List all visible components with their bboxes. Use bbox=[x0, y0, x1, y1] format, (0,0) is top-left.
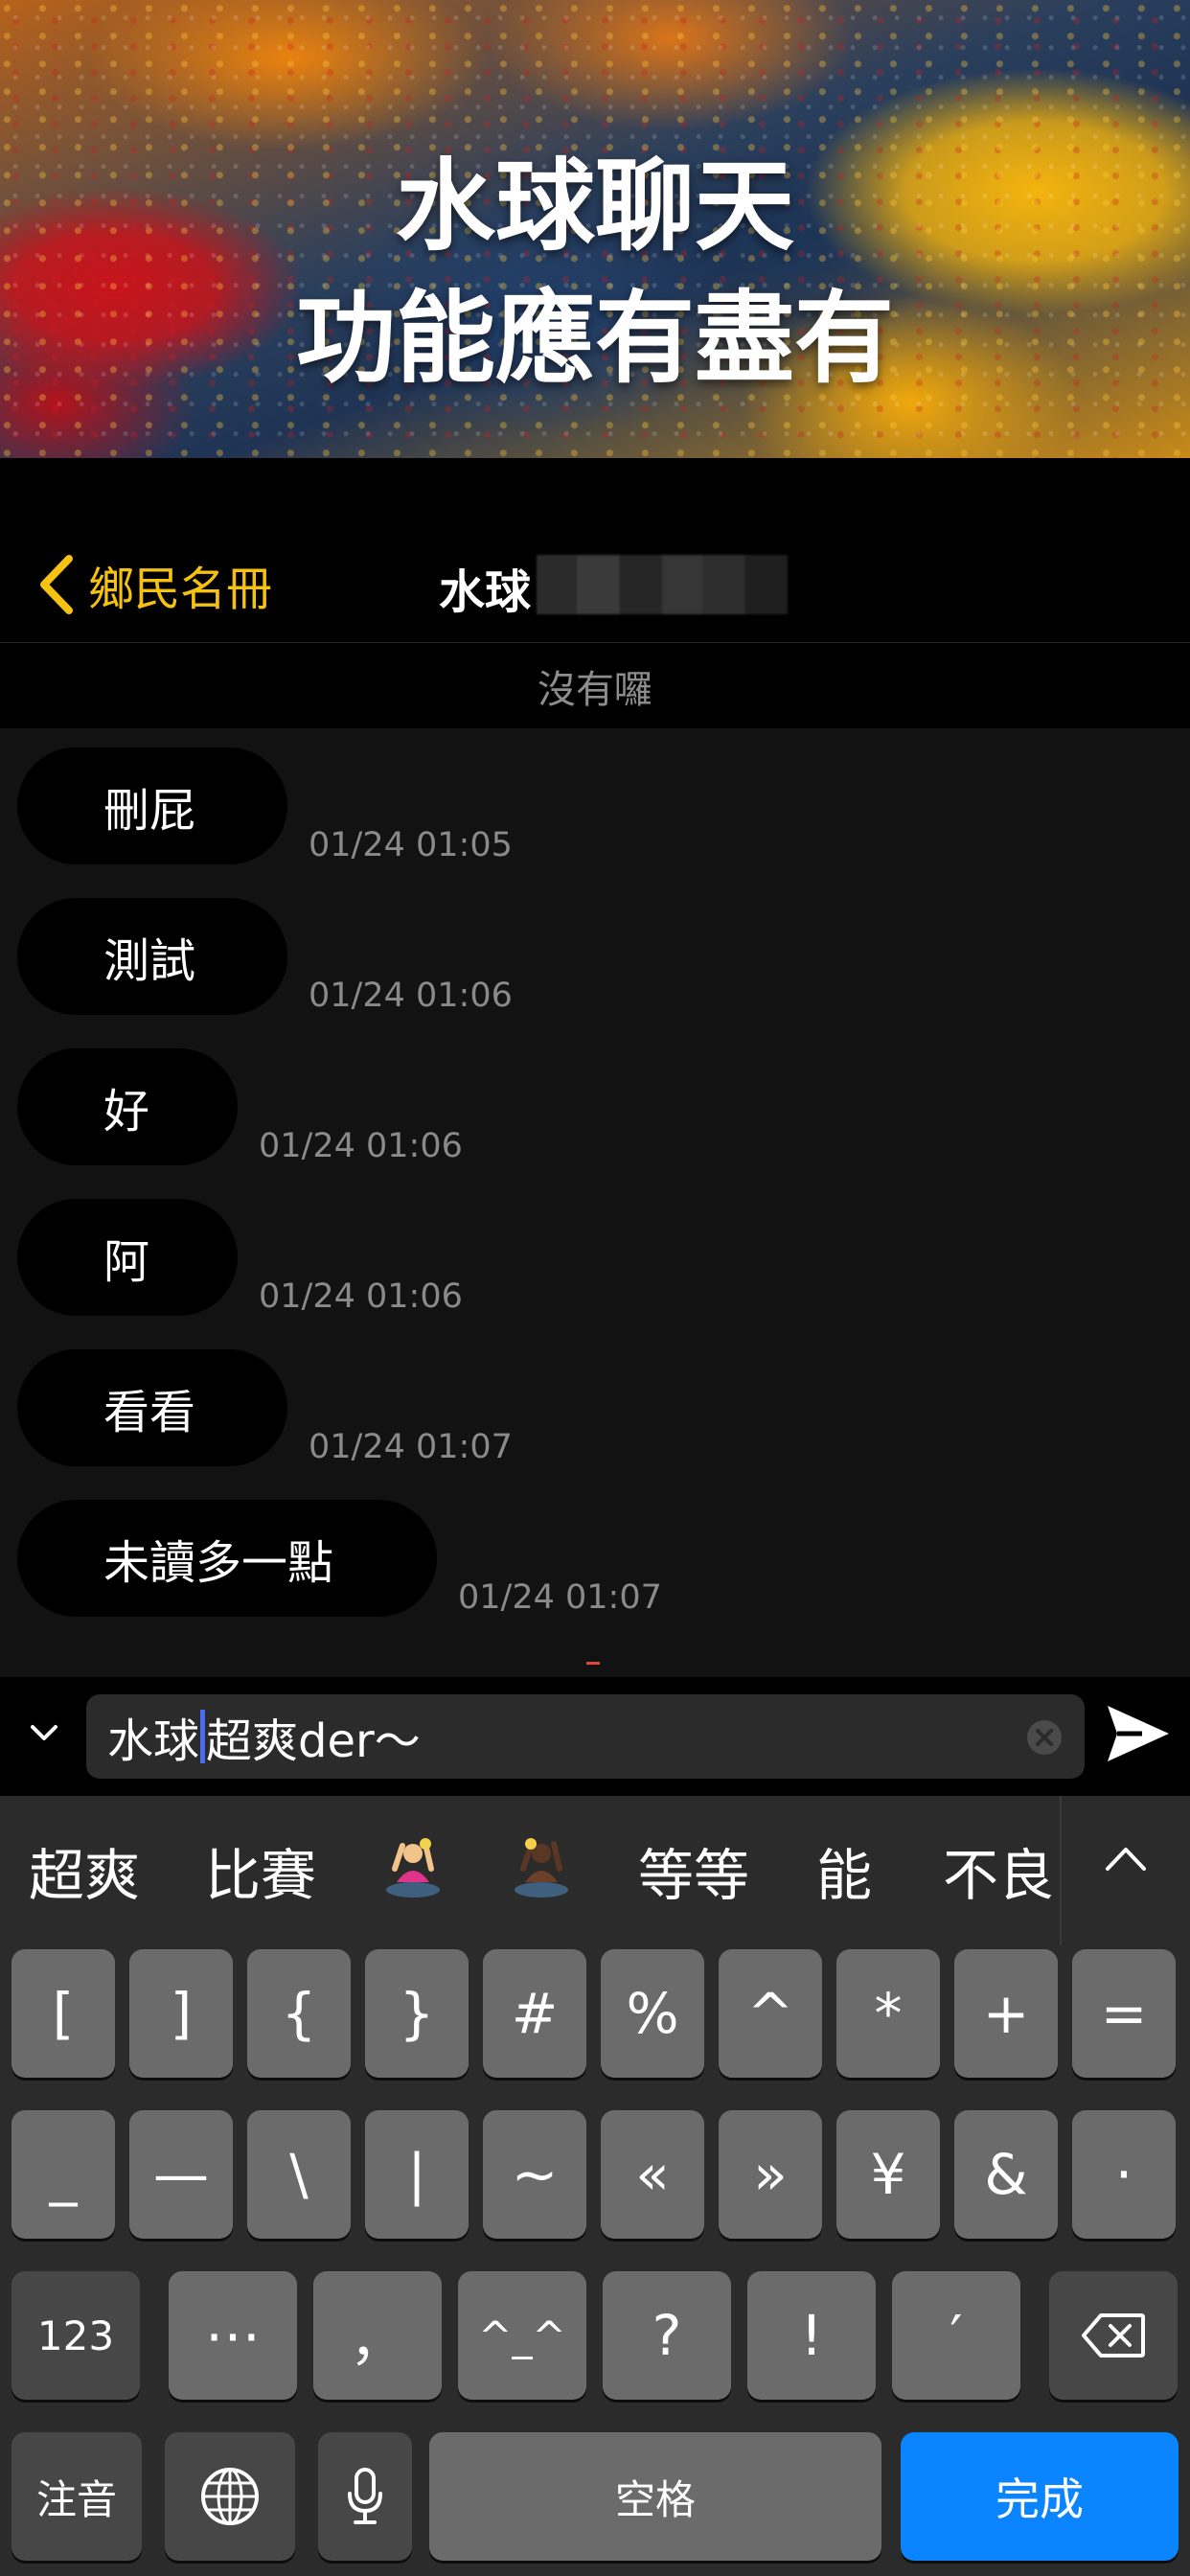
key[interactable]: » bbox=[719, 2110, 822, 2239]
key[interactable]: — bbox=[129, 2110, 233, 2239]
key[interactable]: _ bbox=[11, 2110, 115, 2239]
chat-area[interactable]: 刪屁 01/24 01:05 測試 01/24 01:06 好 01/24 01… bbox=[0, 728, 1190, 1677]
status-text: 沒有囉 bbox=[538, 668, 652, 712]
suggestion-item[interactable]: 比賽 bbox=[205, 1830, 316, 1911]
key[interactable]: [ bbox=[11, 1949, 115, 2078]
key[interactable]: % bbox=[601, 1949, 704, 2078]
back-button[interactable]: 鄉民名冊 bbox=[34, 546, 272, 623]
suggestion-item[interactable]: 超爽 bbox=[29, 1830, 140, 1911]
key[interactable]: « bbox=[601, 2110, 704, 2239]
suggestion-item[interactable]: 不良 bbox=[943, 1830, 1054, 1911]
input-text-after-caret: 超爽der～ bbox=[206, 1714, 421, 1768]
suggestion-bar: 超爽 比賽 等等 能 不良 bbox=[0, 1796, 1190, 1945]
chevron-down-icon[interactable] bbox=[27, 1715, 61, 1750]
globe-key[interactable] bbox=[165, 2432, 295, 2561]
key[interactable]: · bbox=[1072, 2110, 1176, 2239]
key[interactable]: & bbox=[954, 2110, 1058, 2239]
numbers-key[interactable]: 123 bbox=[11, 2271, 140, 2400]
key[interactable]: \ bbox=[247, 2110, 351, 2239]
person-in-water-light-icon[interactable] bbox=[383, 1836, 443, 1899]
status-strip: 沒有囉 bbox=[0, 644, 1190, 728]
space-key[interactable]: 空格 bbox=[429, 2432, 881, 2561]
message-timestamp: 01/24 01:07 bbox=[309, 1428, 513, 1466]
input-bar: 水球 超爽der～ bbox=[0, 1677, 1190, 1796]
key[interactable]: = bbox=[1072, 1949, 1176, 2078]
message-timestamp: 01/24 01:06 bbox=[259, 1127, 463, 1165]
suggestion-item[interactable]: 能 bbox=[816, 1830, 872, 1911]
key[interactable]: ^_^ bbox=[458, 2271, 586, 2400]
input-text-before-caret: 水球 bbox=[107, 1714, 200, 1768]
key[interactable]: ， bbox=[313, 2271, 442, 2400]
message-row: 好 01/24 01:06 bbox=[17, 1048, 463, 1165]
key[interactable]: ~ bbox=[483, 2110, 586, 2239]
chevron-up-icon[interactable] bbox=[1102, 1840, 1150, 1878]
send-icon[interactable] bbox=[1104, 1702, 1173, 1765]
message-bubble[interactable]: 未讀多一點 bbox=[17, 1500, 437, 1617]
key[interactable]: ¥ bbox=[836, 2110, 940, 2239]
chevron-left-icon bbox=[40, 555, 73, 614]
redacted-username bbox=[537, 555, 788, 614]
key[interactable]: ′ bbox=[892, 2271, 1020, 2400]
message-row: 看看 01/24 01:07 bbox=[17, 1349, 513, 1466]
navigation-bar: 鄉民名冊 水球 bbox=[0, 458, 1190, 643]
suggestion-item[interactable]: 等等 bbox=[638, 1830, 749, 1911]
keyboard: 超爽 比賽 等等 能 不良 [ ] { } # % ^ * + = _ — \ … bbox=[0, 1796, 1190, 2576]
key[interactable]: | bbox=[365, 2110, 469, 2239]
unread-marker bbox=[586, 1662, 600, 1665]
key[interactable]: ^ bbox=[719, 1949, 822, 2078]
message-row: 阿 01/24 01:06 bbox=[17, 1199, 463, 1316]
chat-title: 水球 bbox=[439, 565, 532, 619]
message-timestamp: 01/24 01:05 bbox=[309, 826, 513, 864]
key[interactable]: ] bbox=[129, 1949, 233, 2078]
key[interactable]: { bbox=[247, 1949, 351, 2078]
message-timestamp: 01/24 01:06 bbox=[309, 977, 513, 1015]
text-caret bbox=[200, 1710, 206, 1763]
message-bubble[interactable]: 阿 bbox=[17, 1199, 238, 1316]
key[interactable]: * bbox=[836, 1949, 940, 2078]
key[interactable]: ! bbox=[747, 2271, 876, 2400]
banner-title-line1: 水球聊天 bbox=[395, 148, 794, 264]
promo-banner: 水球聊天 功能應有盡有 bbox=[0, 0, 1190, 458]
key[interactable]: + bbox=[954, 1949, 1058, 2078]
backspace-key[interactable] bbox=[1049, 2271, 1178, 2400]
message-bubble[interactable]: 測試 bbox=[17, 898, 287, 1015]
banner-title-line2: 功能應有盡有 bbox=[295, 280, 894, 397]
globe-icon bbox=[201, 2468, 259, 2525]
message-row: 測試 01/24 01:06 bbox=[17, 898, 513, 1015]
done-key[interactable]: 完成 bbox=[901, 2432, 1179, 2561]
message-row: 刪屁 01/24 01:05 bbox=[17, 748, 513, 864]
microphone-icon bbox=[348, 2468, 382, 2524]
message-timestamp: 01/24 01:07 bbox=[458, 1578, 662, 1617]
person-in-water-dark-icon[interactable] bbox=[512, 1836, 571, 1899]
backspace-icon bbox=[1082, 2313, 1145, 2358]
message-timestamp: 01/24 01:06 bbox=[259, 1277, 463, 1316]
message-bubble[interactable]: 刪屁 bbox=[17, 748, 287, 864]
message-row: 未讀多一點 01/24 01:07 bbox=[17, 1500, 662, 1617]
microphone-key[interactable] bbox=[318, 2432, 412, 2561]
key[interactable]: } bbox=[365, 1949, 469, 2078]
key[interactable]: # bbox=[483, 1949, 586, 2078]
message-bubble[interactable]: 好 bbox=[17, 1048, 238, 1165]
key[interactable]: ? bbox=[603, 2271, 731, 2400]
back-label: 鄉民名冊 bbox=[88, 563, 273, 616]
zhuyin-key[interactable]: 注音 bbox=[11, 2432, 142, 2561]
clear-icon[interactable] bbox=[1025, 1718, 1064, 1757]
message-bubble[interactable]: 看看 bbox=[17, 1349, 287, 1466]
message-input[interactable]: 水球 超爽der～ bbox=[86, 1694, 1085, 1779]
key[interactable]: ⋯ bbox=[169, 2271, 297, 2400]
